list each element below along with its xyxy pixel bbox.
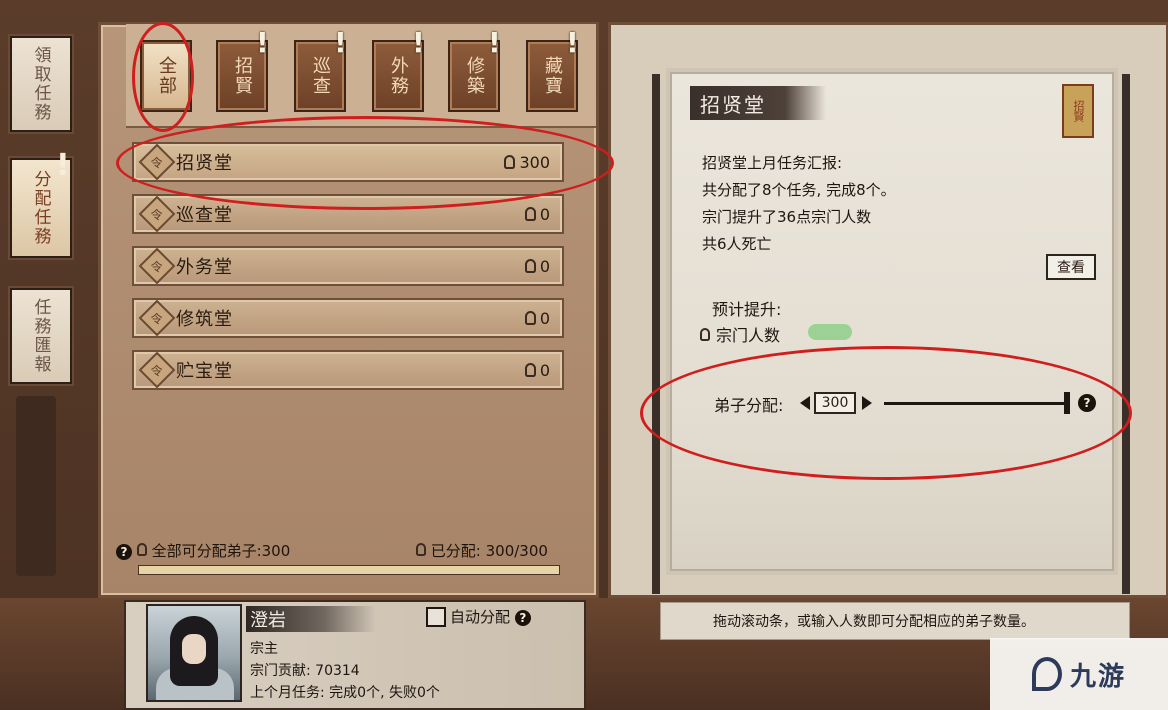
alert-mark-icon: ! — [412, 26, 425, 59]
hall-name: 外务堂 — [176, 257, 233, 278]
hall-row-patrol[interactable]: 令 巡查堂 0 — [132, 194, 564, 234]
tab-label: 招賢 — [232, 56, 253, 96]
alert-mark-icon: ! — [566, 26, 579, 59]
available-disciples: 全部可分配弟子:300 — [151, 542, 291, 560]
tab-label: 藏寶 — [542, 56, 563, 96]
hall-disciple-count: 0 — [524, 204, 550, 224]
disciple-bag-icon — [504, 155, 516, 169]
tab-label: 巡查 — [310, 56, 331, 96]
disciple-bag-icon — [700, 327, 710, 341]
hall-emblem-icon: 令 — [138, 247, 176, 285]
disciple-bag-icon — [524, 259, 536, 273]
forecast-label: 预计提升: — [712, 300, 782, 319]
help-icon[interactable]: ? — [116, 544, 132, 560]
hall-count-value: 300 — [519, 152, 550, 172]
view-button[interactable]: 查看 — [1046, 254, 1096, 280]
forecast-value-indicator — [808, 324, 852, 340]
forecast-item: 宗门人数 — [700, 322, 780, 346]
hall-name: 贮宝堂 — [176, 361, 233, 382]
increase-arrow-icon[interactable] — [862, 396, 872, 410]
hall-row-external[interactable]: 令 外务堂 0 — [132, 246, 564, 286]
character-name: 澄岩 — [246, 606, 376, 632]
tab-label: 修築 — [464, 56, 485, 96]
tab-all[interactable]: 全部 — [140, 40, 192, 112]
disciple-bag-icon — [416, 543, 426, 556]
side-tab-label: 任務匯報 — [30, 298, 51, 374]
character-portrait — [146, 604, 242, 702]
alloc-slider-thumb[interactable] — [1064, 392, 1070, 414]
help-icon[interactable]: ? — [514, 610, 531, 626]
disciple-bag-icon — [136, 543, 147, 556]
scroll-pole-right — [1122, 74, 1130, 594]
alert-mark-icon: ! — [256, 26, 269, 59]
watermark-logo-icon — [1031, 657, 1062, 691]
tab-label: 外務 — [388, 56, 409, 96]
hall-emblem-icon: 令 — [138, 299, 176, 337]
report-line: 宗门提升了36点宗门人数 — [702, 208, 872, 226]
assigned-summary: 已分配: 300/300 — [416, 540, 548, 561]
character-contribution: 宗门贡献: 70314 — [250, 663, 360, 679]
disciple-bag-icon — [524, 207, 536, 221]
decorative-stand — [16, 396, 56, 576]
tab-label: 全部 — [156, 56, 177, 96]
hint-bar: 拖动滚动条，或输入人数即可分配相应的弟子数量。 — [660, 602, 1130, 640]
hall-emblem-icon: 令 — [138, 143, 176, 181]
side-tab-label: 領取任務 — [30, 46, 51, 122]
alloc-help[interactable]: ? — [1078, 392, 1096, 412]
alloc-label: 弟子分配: — [714, 396, 784, 415]
hall-row-treasure[interactable]: 令 贮宝堂 0 — [132, 350, 564, 390]
help-icon[interactable]: ? — [1078, 394, 1096, 412]
side-tab-task-report[interactable]: 任務匯報 — [8, 286, 74, 386]
disciple-summary: ? 全部可分配弟子:300 已分配: 300/300 — [116, 540, 576, 562]
hall-count-value: 0 — [539, 256, 550, 276]
alloc-slider-track[interactable] — [884, 402, 1068, 405]
character-role: 宗主 — [250, 641, 278, 657]
hall-count-value: 0 — [539, 308, 550, 328]
alert-mark-icon: ! — [334, 26, 347, 59]
auto-assign-checkbox[interactable] — [426, 607, 446, 627]
hall-emblem-icon: 令 — [138, 351, 176, 389]
forecast-item-label: 宗门人数 — [716, 326, 781, 345]
hall-disciple-count: 0 — [524, 308, 550, 328]
hall-name: 招贤堂 — [176, 153, 233, 174]
report-line: 共分配了8个任务, 完成8个。 — [702, 181, 896, 199]
alert-mark-icon: ! — [56, 148, 70, 183]
side-tab-label: 分配任務 — [30, 170, 51, 246]
watermark: 九游 — [990, 638, 1168, 710]
hall-count-value: 0 — [539, 360, 550, 380]
report-line: 招贤堂上月任务汇报: — [702, 154, 843, 172]
hall-row-recruit[interactable]: 令 招贤堂 300 — [132, 142, 564, 182]
hall-emblem-icon: 令 — [138, 195, 176, 233]
disciple-bag-icon — [524, 311, 536, 325]
alert-mark-icon: ! — [488, 26, 501, 59]
hall-disciple-count: 0 — [524, 360, 550, 380]
hall-count-value: 0 — [539, 204, 550, 224]
disciple-bag-icon — [524, 363, 536, 377]
hall-disciple-count: 0 — [524, 256, 550, 276]
assignment-progress-bar — [138, 565, 560, 575]
watermark-text: 九游 — [1069, 661, 1126, 692]
auto-assign-label: 自动分配 ? — [450, 606, 531, 627]
character-last-month: 上个月任务: 完成0个, 失败0个 — [250, 685, 440, 701]
scroll-pole-left — [652, 74, 660, 594]
report-line: 共6人死亡 — [702, 235, 772, 253]
hall-seal: 招賢 — [1062, 84, 1094, 138]
assigned-disciples: 已分配: 300/300 — [430, 542, 548, 560]
hall-name: 巡查堂 — [176, 205, 233, 226]
monthly-report: 招贤堂上月任务汇报: 共分配了8个任务, 完成8个。 宗门提升了36点宗门人数 … — [702, 150, 896, 258]
hall-disciple-count: 300 — [504, 153, 550, 172]
hall-row-construct[interactable]: 令 修筑堂 0 — [132, 298, 564, 338]
detail-title: 招贤堂 — [690, 86, 826, 120]
side-tab-claim-tasks[interactable]: 領取任務 — [8, 34, 74, 134]
decrease-arrow-icon[interactable] — [800, 396, 810, 410]
hall-name: 修筑堂 — [176, 309, 233, 330]
alloc-input[interactable]: 300 — [814, 392, 856, 414]
